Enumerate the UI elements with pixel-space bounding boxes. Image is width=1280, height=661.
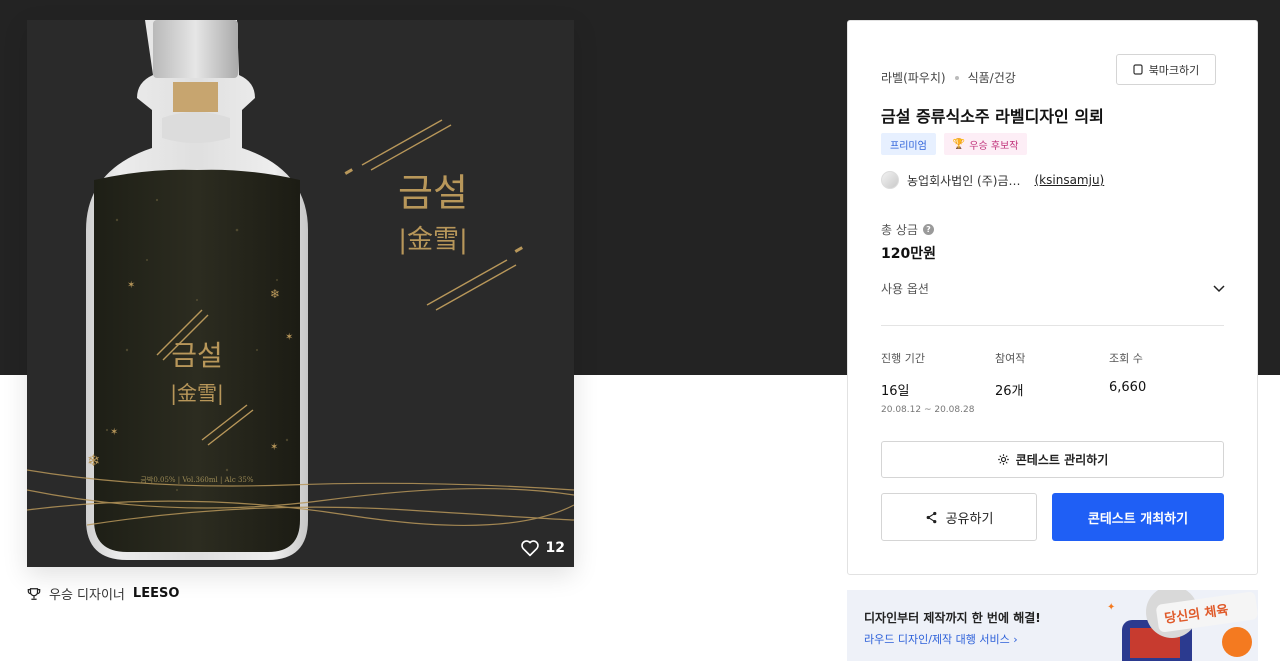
bookmark-label: 북마크하기 [1148,63,1200,77]
stat-views-value: 6,660 [1109,380,1147,395]
contest-info-card: 라벨(파우치) 식품/건강 북마크하기 금설 증류식소주 라벨디자인 의뢰 프리… [847,20,1258,575]
like-button[interactable]: 12 [520,539,565,557]
stat-views-label: 조회 수 [1109,352,1143,365]
svg-text:✶: ✶ [127,280,135,291]
contest-hero-image[interactable]: ✶ ❄ ✶ ❄ ✶ ✶ 금설 |金雪| 금박0.05% | Vol.360ml … [27,20,574,567]
svg-text:✶: ✶ [270,442,278,453]
stat-participants: 참여작 26개 [995,350,1109,415]
promo-illustration: 당신의 체육 ✦ [1107,590,1258,661]
breadcrumb-subcategory[interactable]: 식품/건강 [968,69,1016,86]
stat-period-value: 16일 [881,384,910,399]
divider [881,325,1224,326]
promo-link[interactable]: 라우드 디자인/제작 대행 서비스 › [864,631,1018,647]
stat-participants-value: 26개 [995,384,1024,399]
winner-prefix: 우승 디자이너 [49,588,125,603]
svg-text:❄: ❄ [270,287,280,301]
contest-stats: 진행 기간 16일 20.08.12 ~ 20.08.28 참여작 26개 조회… [881,350,1223,415]
chevron-down-icon [1213,284,1225,292]
stat-period-label: 진행 기간 [881,352,925,365]
breadcrumb: 라벨(파우치) 식품/건강 [881,69,1016,86]
winner-name[interactable]: LEESO [133,586,179,601]
breadcrumb-category[interactable]: 라벨(파우치) [881,69,946,86]
usage-options-label: 사용 옵션 [881,282,929,296]
bottle-label-title: 금설 [171,339,223,372]
bookmark-icon [1133,64,1143,75]
bottle-label-hanja: |金雪| [170,381,223,405]
badge-group: 프리미엄 🏆 우승 후보작 [881,133,1028,155]
promo-banner[interactable]: 디자인부터 제작까지 한 번에 해결! 라우드 디자인/제작 대행 서비스 › … [847,590,1258,661]
promo-headline: 디자인부터 제작까지 한 번에 해결! [864,611,1041,625]
gear-icon [997,454,1009,465]
winner-designer: 우승 디자이너 LEESO [27,584,179,603]
candidate-badge-label: 우승 후보작 [969,140,1019,152]
avatar [881,171,899,189]
bottle-label-info: 금박0.05% | Vol.360ml | Alc 35% [140,475,253,484]
svg-text:❄: ❄ [87,451,100,470]
prize-label-row: 총 상금 ? [881,221,934,238]
soju-bottle-illustration: ✶ ❄ ✶ ❄ ✶ ✶ 금설 |金雪| 금박0.05% | Vol.360ml … [27,20,574,567]
trophy-icon [27,587,41,600]
breadcrumb-separator [954,75,959,80]
svg-text:✶: ✶ [110,427,118,438]
manage-contest-button[interactable]: 콘테스트 관리하기 [881,441,1224,478]
bookmark-button[interactable]: 북마크하기 [1116,54,1216,85]
stat-views: 조회 수 6,660 [1109,350,1223,415]
share-icon [926,511,936,523]
help-icon[interactable]: ? [922,224,934,235]
host-contest-button[interactable]: 콘테스트 개최하기 [1052,493,1224,541]
svg-text:✦: ✦ [1107,602,1115,613]
heart-icon [520,540,539,557]
stat-period-range: 20.08.12 ~ 20.08.28 [881,405,975,415]
stat-period: 진행 기간 16일 20.08.12 ~ 20.08.28 [881,350,995,415]
stat-participants-label: 참여작 [995,352,1026,365]
poster-label-title: 금설 [398,171,468,215]
prize-label: 총 상금 [881,223,918,237]
share-button[interactable]: 공유하기 [881,493,1037,541]
manage-contest-label: 콘테스트 관리하기 [1015,453,1109,467]
contest-title: 금설 증류식소주 라벨디자인 의뢰 [881,107,1104,126]
poster-label-hanja: |金雪| [398,225,468,255]
candidate-badge: 🏆 우승 후보작 [943,133,1028,155]
share-label: 공유하기 [945,511,994,527]
host-info: 농업회사법인 (주)금… (ksinsamju) [881,171,1104,189]
premium-badge: 프리미엄 [881,133,936,155]
usage-options-toggle[interactable]: 사용 옵션 [881,280,1225,297]
svg-text:✶: ✶ [285,332,293,343]
trophy-emoji-icon: 🏆 [952,138,966,150]
prize-value: 120만원 [881,246,936,262]
host-name: 농업회사법인 (주)금… [907,173,1021,188]
host-handle-link[interactable]: (ksinsamju) [1035,173,1105,187]
like-count: 12 [545,540,565,556]
